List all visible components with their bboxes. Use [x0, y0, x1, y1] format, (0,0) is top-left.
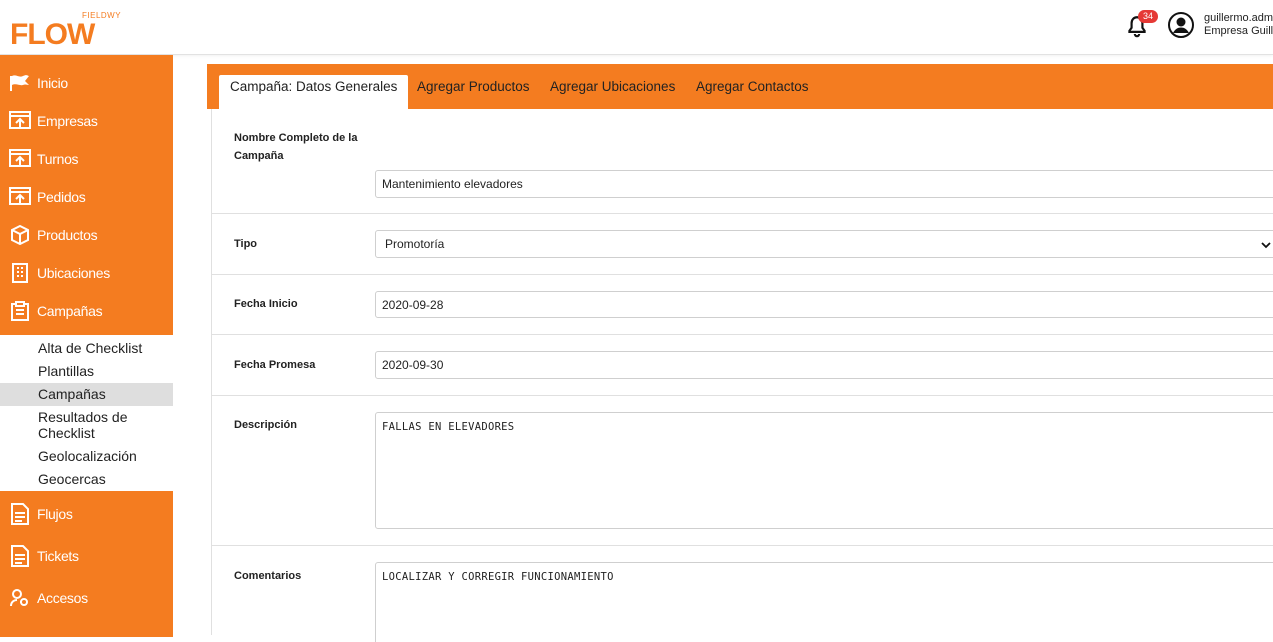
submenu-item-resultados-checklist[interactable]: Resultados de Checklist	[0, 406, 140, 445]
sidebar-item-campanas[interactable]: Campañas	[0, 292, 173, 330]
document-icon	[9, 545, 31, 567]
fecha-promesa-label: Fecha Promesa	[234, 359, 316, 371]
sidebar-item-pedidos[interactable]: Pedidos	[0, 178, 173, 216]
user-info[interactable]: guillermo.admin Empresa Guillermo	[1204, 12, 1273, 38]
fecha-inicio-label: Fecha Inicio	[234, 298, 298, 310]
sidebar-item-ubicaciones[interactable]: Ubicaciones	[0, 254, 173, 292]
tab-bar: Campaña: Datos Generales Agregar Product…	[207, 64, 1273, 109]
sidebar-item-tickets[interactable]: Tickets	[0, 534, 173, 578]
fecha-inicio-input[interactable]: 2020-09-28	[375, 291, 1273, 318]
sidebar-item-productos[interactable]: Productos	[0, 216, 173, 254]
sidebar-item-label: Flujos	[37, 505, 73, 522]
sidebar-item-label: Empresas	[37, 113, 98, 129]
users-key-icon	[9, 587, 31, 609]
submenu-item-geolocalizacion[interactable]: Geolocalización	[0, 445, 173, 468]
app-logo[interactable]: FIELDWY FLOW	[6, 6, 121, 51]
tab-agregar-productos[interactable]: Agregar Productos	[417, 75, 530, 109]
nombre-label: Nombre Completo de la Campaña	[234, 132, 358, 162]
form-row-tipo: Tipo Promotoría	[212, 214, 1273, 275]
sidebar-item-label: Pedidos	[37, 189, 86, 205]
tab-agregar-ubicaciones[interactable]: Agregar Ubicaciones	[550, 75, 675, 109]
sidebar-bottom-group: Flujos Tickets Accesos	[0, 491, 173, 637]
logo-title: FLOW	[10, 18, 95, 51]
tipo-select-value: Promotoría	[385, 237, 445, 251]
upload-board-icon	[9, 110, 31, 132]
flag-icon	[9, 72, 31, 94]
campaign-form: Nombre Completo de la Campaña Mantenimie…	[211, 109, 1273, 642]
sidebar: Inicio Empresas Turnos Pedidos Productos…	[0, 55, 173, 637]
fecha-promesa-input[interactable]: 2020-09-30	[375, 351, 1273, 379]
notification-badge: 34	[1138, 10, 1158, 23]
tipo-label: Tipo	[234, 238, 258, 250]
tab-datos-generales[interactable]: Campaña: Datos Generales	[219, 75, 409, 109]
sidebar-item-label: Tickets	[37, 548, 79, 564]
clipboard-icon	[9, 300, 31, 322]
building-icon	[9, 262, 31, 284]
submenu-item-plantillas[interactable]: Plantillas	[0, 360, 173, 383]
chevron-down-icon	[1261, 239, 1271, 249]
tipo-select[interactable]: Promotoría	[375, 230, 1273, 258]
sidebar-item-label: Accesos	[37, 590, 88, 606]
upload-board-icon	[9, 148, 31, 170]
upload-board-icon	[9, 186, 31, 208]
user-company: Empresa Guillermo	[1204, 25, 1273, 37]
sidebar-item-label: Turnos	[37, 151, 79, 167]
sidebar-item-label: Productos	[37, 227, 98, 243]
submenu-item-campanas[interactable]: Campañas	[0, 383, 173, 406]
box-icon	[9, 224, 31, 246]
sidebar-item-flujos[interactable]: Flujos	[0, 493, 173, 534]
sidebar-item-turnos[interactable]: Turnos	[0, 140, 173, 178]
form-row-nombre: Nombre Completo de la Campaña Mantenimie…	[212, 109, 1273, 214]
comentarios-label: Comentarios	[234, 570, 302, 582]
form-row-fecha-promesa: Fecha Promesa 2020-09-30	[212, 335, 1273, 396]
sidebar-submenu: Alta de Checklist Plantillas Campañas Re…	[0, 335, 173, 491]
sidebar-item-label: Campañas	[37, 303, 103, 319]
document-icon	[9, 502, 31, 525]
submenu-item-alta-checklist[interactable]: Alta de Checklist	[0, 337, 173, 360]
form-row-fecha-inicio: Fecha Inicio 2020-09-28	[212, 275, 1273, 335]
sidebar-main-group: Inicio Empresas Turnos Pedidos Productos…	[0, 55, 173, 335]
nombre-input[interactable]: Mantenimiento elevadores	[375, 170, 1273, 198]
sidebar-item-label: Inicio	[37, 75, 68, 91]
tab-agregar-contactos[interactable]: Agregar Contactos	[696, 75, 809, 109]
submenu-item-geocercas[interactable]: Geocercas	[0, 468, 173, 491]
main-content: Campaña: Datos Generales Agregar Product…	[207, 64, 1273, 642]
descripcion-label: Descripción	[234, 419, 297, 431]
user-name: guillermo.admin	[1204, 12, 1273, 24]
sidebar-item-accesos[interactable]: Accesos	[0, 578, 173, 618]
sidebar-item-empresas[interactable]: Empresas	[0, 102, 173, 140]
comentarios-textarea[interactable]: LOCALIZAR Y CORREGIR FUNCIONAMIENTO	[375, 562, 1273, 642]
form-row-descripcion: Descripción FALLAS EN ELEVADORES	[212, 396, 1273, 546]
descripcion-textarea[interactable]: FALLAS EN ELEVADORES	[375, 412, 1273, 529]
form-row-comentarios: Comentarios LOCALIZAR Y CORREGIR FUNCION…	[212, 546, 1273, 642]
sidebar-item-label: Ubicaciones	[37, 265, 110, 281]
top-bar: FIELDWY FLOW 34 guillermo.admin Empresa …	[0, 0, 1273, 55]
user-avatar-icon[interactable]	[1168, 12, 1194, 38]
sidebar-item-inicio[interactable]: Inicio	[0, 64, 173, 102]
